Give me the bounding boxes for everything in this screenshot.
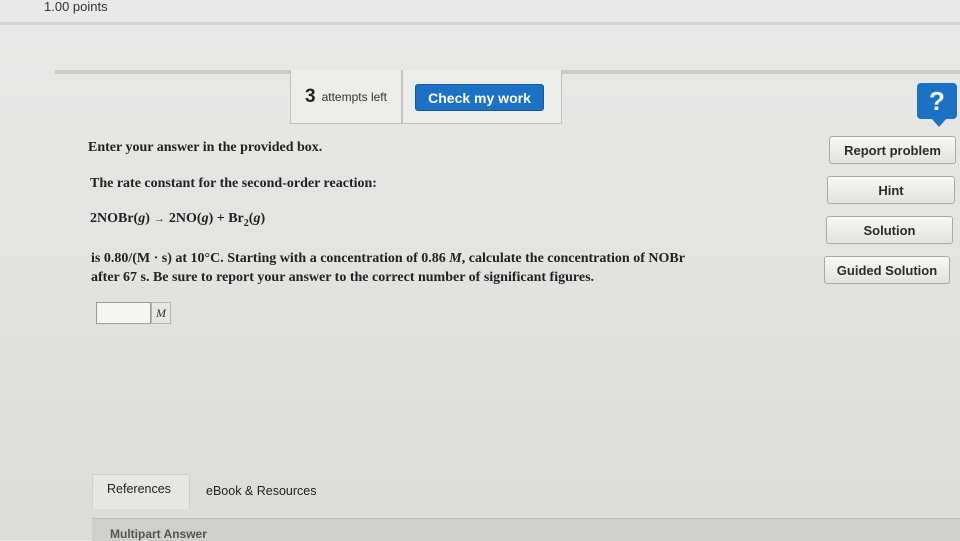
answer-input[interactable] <box>96 302 151 324</box>
phase-label: g <box>201 211 209 226</box>
question-intro: The rate constant for the second-order r… <box>90 176 377 191</box>
tab-ebook-resources[interactable]: eBook & Resources <box>206 484 316 498</box>
attempts-label: attempts left <box>321 89 387 104</box>
check-my-work-button[interactable]: Check my work <box>415 84 544 111</box>
equation-product: 2NO( <box>168 211 202 226</box>
instruction-text: Enter your answer in the provided box. <box>88 140 323 155</box>
arrow-icon: → <box>153 213 165 225</box>
molarity-symbol: M <box>449 251 462 266</box>
hint-button[interactable]: Hint <box>827 176 955 204</box>
attempts-indicator: 3 attempts left <box>290 70 402 124</box>
question-body-line2: after 67 s. Be sure to report your answe… <box>91 270 595 285</box>
multipart-label: Multipart Answer <box>110 527 207 541</box>
paren: ) <box>208 211 214 226</box>
multipart-bar <box>92 518 960 541</box>
answer-unit: M <box>151 302 171 324</box>
guided-solution-button[interactable]: Guided Solution <box>824 256 950 284</box>
solution-button[interactable]: Solution <box>826 216 953 244</box>
question-body-line1: is 0.80/(M · s) at 10°C. Starting with a… <box>91 251 685 267</box>
body-text: , calculate the concentration of NOBr <box>461 251 685 266</box>
top-divider <box>0 22 960 25</box>
equation-reactant: 2NOBr( <box>90 211 139 226</box>
attempts-count: 3 <box>305 85 316 107</box>
paren: ) <box>260 211 266 226</box>
report-problem-button[interactable]: Report problem <box>829 136 956 164</box>
reaction-equation: 2NOBr(g) → 2NO(g) + Br2(g) <box>90 211 265 229</box>
equation-product: + Br <box>216 211 244 226</box>
help-icon[interactable]: ? <box>917 83 957 127</box>
tab-references[interactable]: References <box>107 482 171 496</box>
points-label: 1.00 points <box>44 0 108 14</box>
body-text: is 0.80/(M · s) at 10°C. Starting with a… <box>91 251 450 266</box>
